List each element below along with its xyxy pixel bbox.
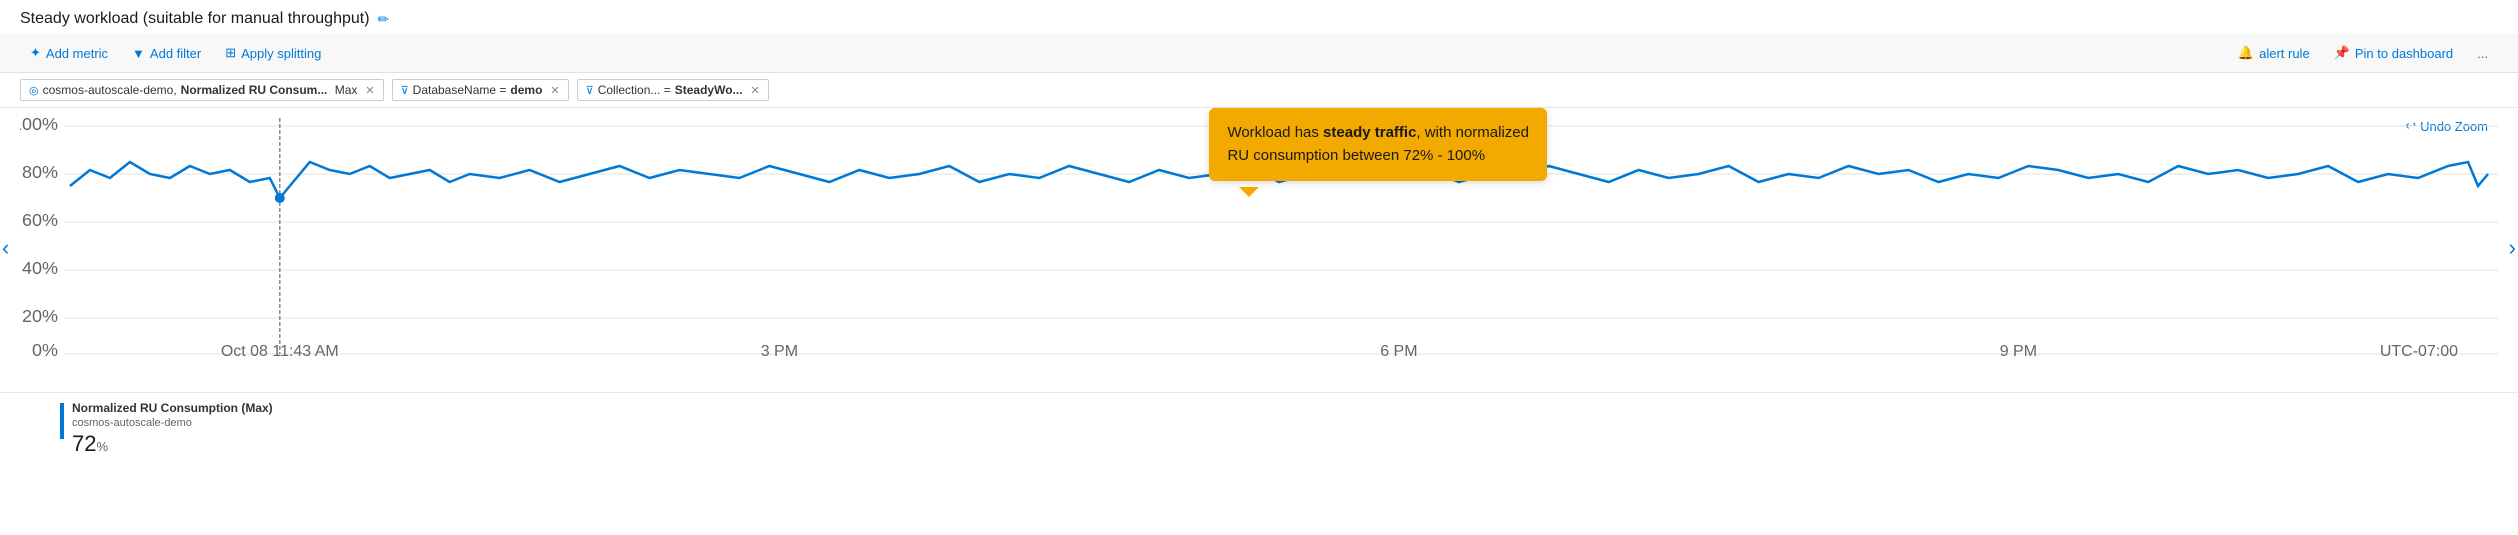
chart-nav-left[interactable]: ‹ [2, 235, 9, 261]
y-label-40: 40% [22, 258, 58, 278]
x-label-start: Oct 08 11:43 AM [221, 343, 339, 358]
toolbar-right: 🔔 alert rule 📌 Pin to dashboard ... [2228, 40, 2498, 66]
filter-pill-metric[interactable]: ◎ cosmos-autoscale-demo, Normalized RU C… [20, 79, 384, 101]
more-options-label: ... [2477, 46, 2488, 61]
filter-bar: ◎ cosmos-autoscale-demo, Normalized RU C… [0, 73, 2518, 108]
chart-container: ↩ Undo Zoom ‹ › Workload has steady traf… [0, 108, 2518, 388]
filter-metric-close[interactable]: ✕ [365, 84, 374, 97]
add-metric-button[interactable]: ✦ Add metric [20, 40, 118, 66]
add-filter-icon: ▼ [132, 46, 145, 61]
add-metric-icon: ✦ [30, 45, 41, 61]
legend-metric-name: Normalized RU Consumption (Max) [72, 401, 273, 415]
page-wrapper: Steady workload (suitable for manual thr… [0, 0, 2518, 469]
filter-db-prefix: DatabaseName = [413, 83, 507, 97]
add-filter-label: Add filter [150, 46, 201, 61]
pin-dashboard-button[interactable]: 📌 Pin to dashboard [2324, 40, 2463, 66]
apply-splitting-label: Apply splitting [241, 46, 321, 61]
legend-item: Normalized RU Consumption (Max) cosmos-a… [60, 401, 2498, 457]
x-label-6pm: 6 PM [1380, 343, 1417, 358]
legend-unit: % [96, 439, 108, 454]
filter-db-icon: ⊽ [401, 84, 409, 97]
filter-metric-suffix: Max [331, 83, 357, 97]
legend-text: Normalized RU Consumption (Max) cosmos-a… [72, 401, 273, 457]
chart-marker-dot [275, 193, 285, 203]
add-filter-button[interactable]: ▼ Add filter [122, 41, 211, 66]
pin-dashboard-label: Pin to dashboard [2355, 46, 2453, 61]
x-label-utc: UTC-07:00 [2380, 343, 2458, 358]
tooltip-bubble: Workload has steady traffic, with normal… [1209, 108, 1547, 181]
filter-db-bold: demo [510, 83, 542, 97]
add-metric-label: Add metric [46, 46, 108, 61]
legend-color-bar [60, 403, 64, 439]
alert-icon: 🔔 [2238, 45, 2254, 61]
x-label-9pm: 9 PM [2000, 343, 2037, 358]
y-label-60: 60% [22, 210, 58, 230]
more-options-button[interactable]: ... [2467, 41, 2498, 66]
x-label-3pm: 3 PM [761, 343, 798, 358]
y-label-0: 0% [32, 340, 58, 358]
y-label-80: 80% [22, 162, 58, 182]
filter-pill-database[interactable]: ⊽ DatabaseName = demo ✕ [392, 79, 569, 101]
metric-pill-icon: ◎ [29, 84, 39, 97]
legend-value: 72 [72, 431, 96, 456]
chart-svg-area: Workload has steady traffic, with normal… [20, 118, 2498, 358]
y-label-20: 20% [22, 306, 58, 326]
apply-splitting-button[interactable]: ⊞ Apply splitting [215, 40, 331, 66]
filter-col-bold: SteadyWo... [675, 83, 743, 97]
legend-source: cosmos-autoscale-demo [72, 417, 273, 429]
chart-nav-right[interactable]: › [2509, 235, 2516, 261]
filter-col-prefix: Collection... = [598, 83, 671, 97]
y-label-100: 100% [20, 118, 58, 134]
tooltip-text-3: RU consumption between 72% - 100% [1227, 147, 1485, 164]
apply-splitting-icon: ⊞ [225, 45, 236, 61]
filter-pill-collection[interactable]: ⊽ Collection... = SteadyWo... ✕ [577, 79, 769, 101]
title-bar: Steady workload (suitable for manual thr… [0, 0, 2518, 34]
filter-metric-bold: Normalized RU Consum... [181, 83, 328, 97]
chart-title: Steady workload (suitable for manual thr… [20, 10, 370, 28]
chart-footer: Normalized RU Consumption (Max) cosmos-a… [0, 392, 2518, 469]
alert-rule-label: alert rule [2259, 46, 2310, 61]
filter-col-icon: ⊽ [586, 84, 594, 97]
toolbar: ✦ Add metric ▼ Add filter ⊞ Apply splitt… [0, 34, 2518, 73]
tooltip-text-2: , with normalized [1416, 124, 1529, 141]
edit-icon[interactable]: ✏ [378, 11, 390, 28]
alert-rule-button[interactable]: 🔔 alert rule [2228, 40, 2320, 66]
tooltip-bold: steady traffic [1323, 124, 1416, 141]
tooltip-text-1: Workload has [1227, 124, 1323, 141]
filter-db-close[interactable]: ✕ [550, 84, 559, 97]
filter-col-close[interactable]: ✕ [751, 84, 760, 97]
legend-value-row: 72% [72, 431, 273, 457]
filter-metric-prefix: cosmos-autoscale-demo, [43, 83, 177, 97]
pin-icon: 📌 [2334, 45, 2350, 61]
